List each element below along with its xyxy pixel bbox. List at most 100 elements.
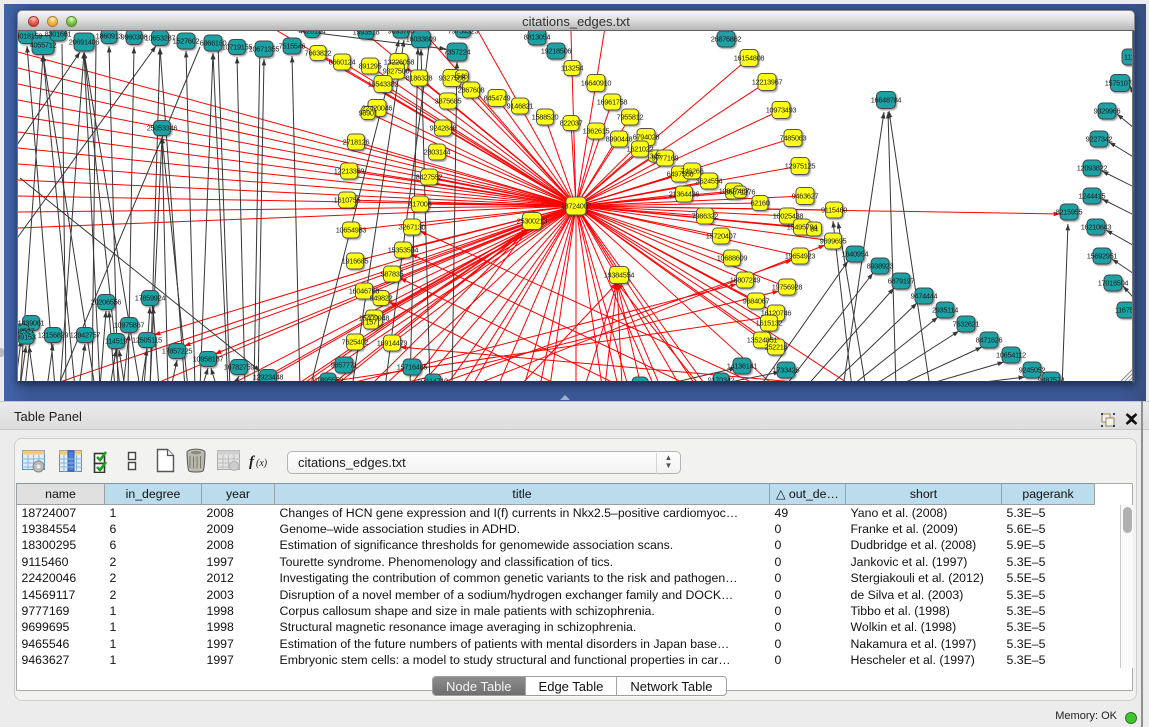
- svg-text:98901: 98901: [358, 108, 377, 117]
- svg-text:20206556: 20206556: [91, 297, 122, 306]
- svg-text:10653287: 10653287: [145, 33, 176, 42]
- svg-text:15692951: 15692951: [1087, 251, 1118, 260]
- svg-text:19756928: 19756928: [772, 282, 803, 291]
- svg-text:2935114: 2935114: [932, 305, 958, 314]
- svg-text:1860913: 1860913: [96, 31, 123, 40]
- svg-text:15716485: 15716485: [397, 362, 428, 371]
- svg-text:16640910: 16640910: [581, 78, 612, 87]
- svg-text:7515546: 7515546: [279, 41, 306, 50]
- svg-text:9777169: 9777169: [652, 153, 679, 162]
- svg-text:39153: 39153: [18, 332, 36, 341]
- svg-text:62160: 62160: [750, 198, 769, 207]
- svg-text:13226058: 13226058: [384, 57, 415, 66]
- svg-text:9170342: 9170342: [708, 375, 735, 382]
- svg-text:8301661: 8301661: [45, 31, 72, 38]
- svg-text:157: 157: [365, 317, 377, 326]
- svg-text:18724007: 18724007: [561, 201, 592, 210]
- svg-text:417006: 417006: [409, 199, 432, 208]
- svg-text:19384554: 19384554: [604, 270, 635, 279]
- svg-text:1610755: 1610755: [334, 195, 361, 204]
- svg-text:1615132: 1615132: [756, 318, 783, 327]
- svg-text:10975867: 10975867: [114, 320, 145, 329]
- svg-text:19654923: 19654923: [785, 251, 816, 260]
- svg-text:26018159: 26018159: [18, 31, 42, 40]
- svg-text:8938923: 8938923: [867, 261, 894, 270]
- svg-text:15751074: 15751074: [1105, 78, 1133, 87]
- svg-text:1527602: 1527602: [173, 36, 200, 45]
- svg-text:8813054: 8813054: [524, 32, 551, 41]
- svg-text:3624554: 3624554: [696, 176, 723, 185]
- svg-text:8427552: 8427552: [416, 172, 443, 181]
- svg-text:9699695: 9699695: [820, 236, 847, 245]
- svg-text:10671355: 10671355: [249, 44, 280, 53]
- svg-text:1112: 1112: [1124, 52, 1133, 61]
- svg-text:12942757: 12942757: [70, 330, 101, 339]
- svg-text:16120746: 16120746: [761, 308, 792, 317]
- svg-text:9329966: 9329966: [1094, 106, 1121, 115]
- svg-text:16648784: 16648784: [871, 95, 902, 104]
- svg-text:6794028: 6794028: [633, 132, 660, 141]
- svg-text:116753: 116753: [1115, 305, 1133, 314]
- svg-text:9242848: 9242848: [430, 123, 457, 132]
- svg-text:9227342: 9227342: [1086, 134, 1113, 143]
- svg-text:746266: 746266: [681, 166, 704, 175]
- svg-text:26876862: 26876862: [711, 34, 742, 43]
- svg-text:4055712: 4055712: [30, 40, 57, 49]
- svg-text:12975125: 12975125: [785, 161, 816, 170]
- svg-text:12505115: 12505115: [132, 335, 162, 344]
- svg-text:17016504: 17016504: [1098, 278, 1129, 287]
- svg-text:97465075: 97465075: [625, 379, 656, 382]
- svg-text:10654983: 10654983: [336, 225, 367, 234]
- svg-text:1244415: 1244415: [1079, 191, 1106, 200]
- svg-text:8215955: 8215955: [1056, 207, 1083, 216]
- svg-text:8660124: 8660124: [329, 57, 356, 66]
- svg-text:7663822: 7663822: [305, 48, 332, 57]
- svg-text:01895559: 01895559: [313, 375, 344, 382]
- svg-text:84: 84: [810, 224, 818, 233]
- svg-text:9684067: 9684067: [743, 296, 770, 305]
- svg-text:12093822: 12093822: [1077, 163, 1108, 172]
- svg-text:9245052: 9245052: [1019, 365, 1046, 374]
- svg-text:12213967: 12213967: [752, 77, 783, 86]
- svg-text:9146821: 9146821: [507, 101, 534, 110]
- svg-text:546: 546: [456, 71, 468, 80]
- svg-text:15720407: 15720407: [706, 231, 737, 240]
- svg-text:891295: 891295: [359, 61, 382, 70]
- svg-text:79754323: 79754323: [448, 31, 479, 35]
- svg-text:25053346: 25053346: [147, 123, 178, 132]
- svg-text:16782759: 16782759: [224, 362, 255, 371]
- svg-text:7632621: 7632621: [953, 319, 980, 328]
- svg-text:7357224: 7357224: [444, 47, 471, 56]
- svg-text:17857225: 17857225: [162, 346, 193, 355]
- svg-text:114519: 114519: [105, 336, 128, 345]
- svg-text:1588520: 1588520: [532, 112, 559, 121]
- svg-text:7625402: 7625402: [342, 337, 369, 346]
- svg-text:19218506: 19218506: [541, 46, 572, 55]
- svg-text:587835: 587835: [381, 269, 404, 278]
- svg-text:9487574: 9487574: [1038, 375, 1065, 382]
- svg-text:6879197: 6879197: [888, 276, 915, 285]
- svg-text:8471626: 8471626: [976, 335, 1003, 344]
- svg-text:2867608: 2867608: [458, 85, 485, 94]
- svg-text:9463627: 9463627: [792, 191, 819, 200]
- svg-text:9960308: 9960308: [121, 32, 148, 41]
- svg-text:9474444: 9474444: [911, 291, 938, 300]
- svg-text:10973493: 10973493: [766, 105, 797, 114]
- svg-text:25300213: 25300213: [517, 216, 548, 225]
- svg-text:7986322: 7986322: [692, 211, 719, 220]
- svg-text:1733426: 1733426: [773, 365, 800, 374]
- svg-text:822037: 822037: [560, 118, 583, 127]
- svg-text:17859924: 17859924: [135, 293, 166, 302]
- svg-text:16033809: 16033809: [406, 34, 437, 43]
- svg-text:8186328: 8186328: [406, 73, 433, 82]
- svg-text:16154808: 16154808: [734, 53, 765, 62]
- svg-text:8990448: 8990448: [606, 134, 633, 143]
- svg-text:10025438: 10025438: [773, 211, 804, 220]
- svg-text:16543382: 16543382: [368, 79, 399, 88]
- svg-text:15353594: 15353594: [388, 245, 419, 254]
- svg-text:7485063: 7485063: [780, 133, 807, 142]
- svg-text:10958187: 10958187: [193, 354, 224, 363]
- svg-text:f: f: [249, 454, 256, 470]
- svg-text:12923448: 12923448: [253, 372, 284, 381]
- svg-text:12156829: 12156829: [38, 330, 69, 339]
